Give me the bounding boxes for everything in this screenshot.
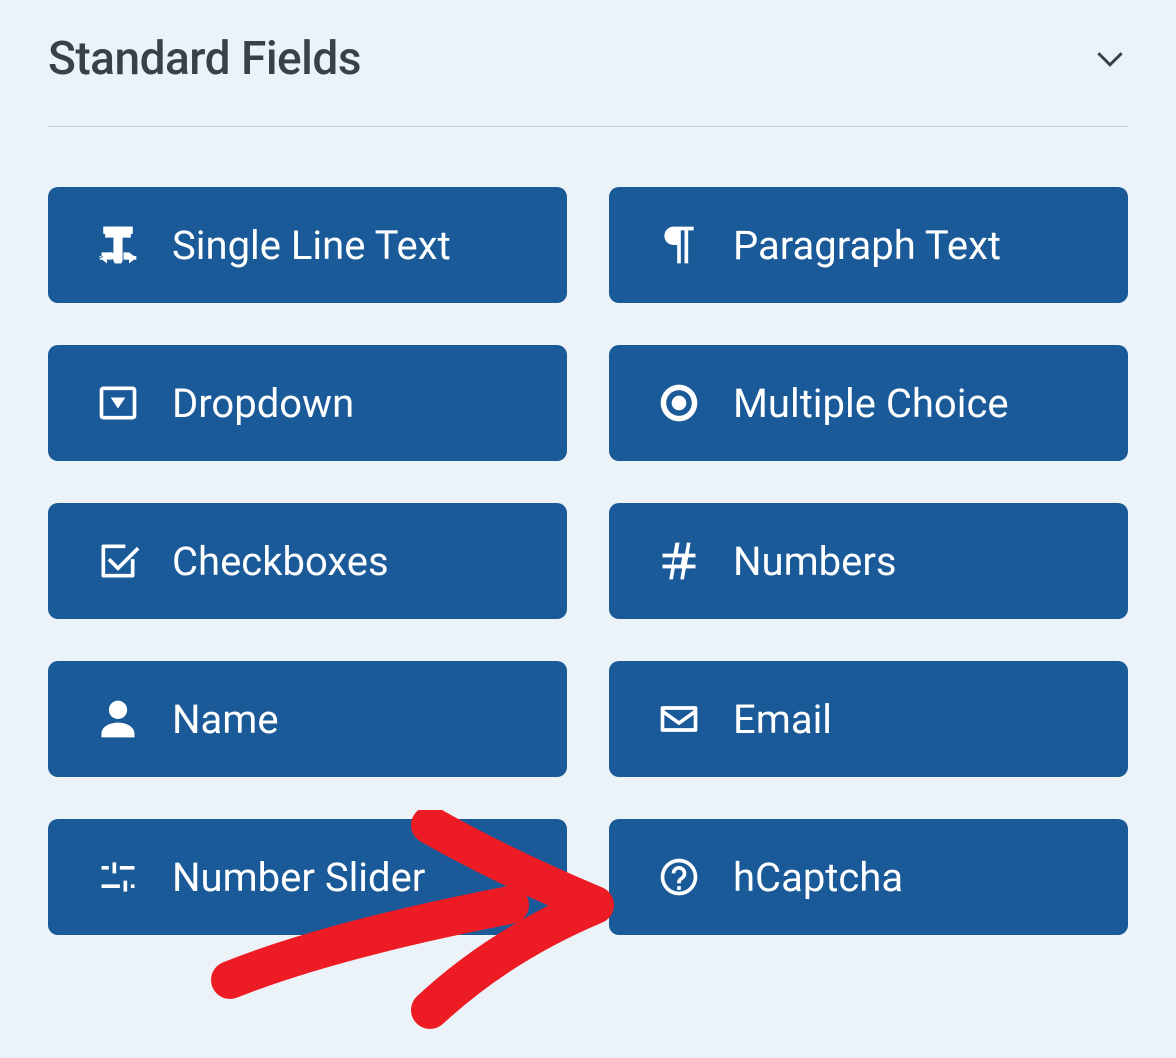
field-paragraph-text[interactable]: Paragraph Text (609, 187, 1128, 303)
field-label: Single Line Text (172, 222, 451, 269)
section-header[interactable]: Standard Fields (48, 32, 1128, 127)
envelope-icon (657, 697, 701, 741)
chevron-down-icon[interactable] (1092, 41, 1128, 77)
field-label: Numbers (733, 538, 897, 585)
field-multiple-choice[interactable]: Multiple Choice (609, 345, 1128, 461)
question-icon (657, 855, 701, 899)
person-icon (96, 697, 140, 741)
field-label: Dropdown (172, 380, 354, 427)
field-name[interactable]: Name (48, 661, 567, 777)
field-email[interactable]: Email (609, 661, 1128, 777)
field-label: Checkboxes (172, 538, 389, 585)
field-label: Email (733, 696, 832, 743)
field-single-line-text[interactable]: Single Line Text (48, 187, 567, 303)
paragraph-icon (657, 223, 701, 267)
hash-icon (657, 539, 701, 583)
radio-icon (657, 381, 701, 425)
field-number-slider[interactable]: Number Slider (48, 819, 567, 935)
checkbox-icon (96, 539, 140, 583)
dropdown-icon (96, 381, 140, 425)
field-label: Multiple Choice (733, 380, 1009, 427)
slider-icon (96, 855, 140, 899)
field-label: hCaptcha (733, 854, 903, 901)
field-label: Paragraph Text (733, 222, 1001, 269)
field-label: Number Slider (172, 854, 425, 901)
fields-grid: Single Line Text Paragraph Text Dropdown… (48, 187, 1128, 935)
field-dropdown[interactable]: Dropdown (48, 345, 567, 461)
field-hcaptcha[interactable]: hCaptcha (609, 819, 1128, 935)
section-title: Standard Fields (48, 32, 361, 86)
text-cursor-icon (96, 223, 140, 267)
field-checkboxes[interactable]: Checkboxes (48, 503, 567, 619)
field-numbers[interactable]: Numbers (609, 503, 1128, 619)
field-label: Name (172, 696, 279, 743)
